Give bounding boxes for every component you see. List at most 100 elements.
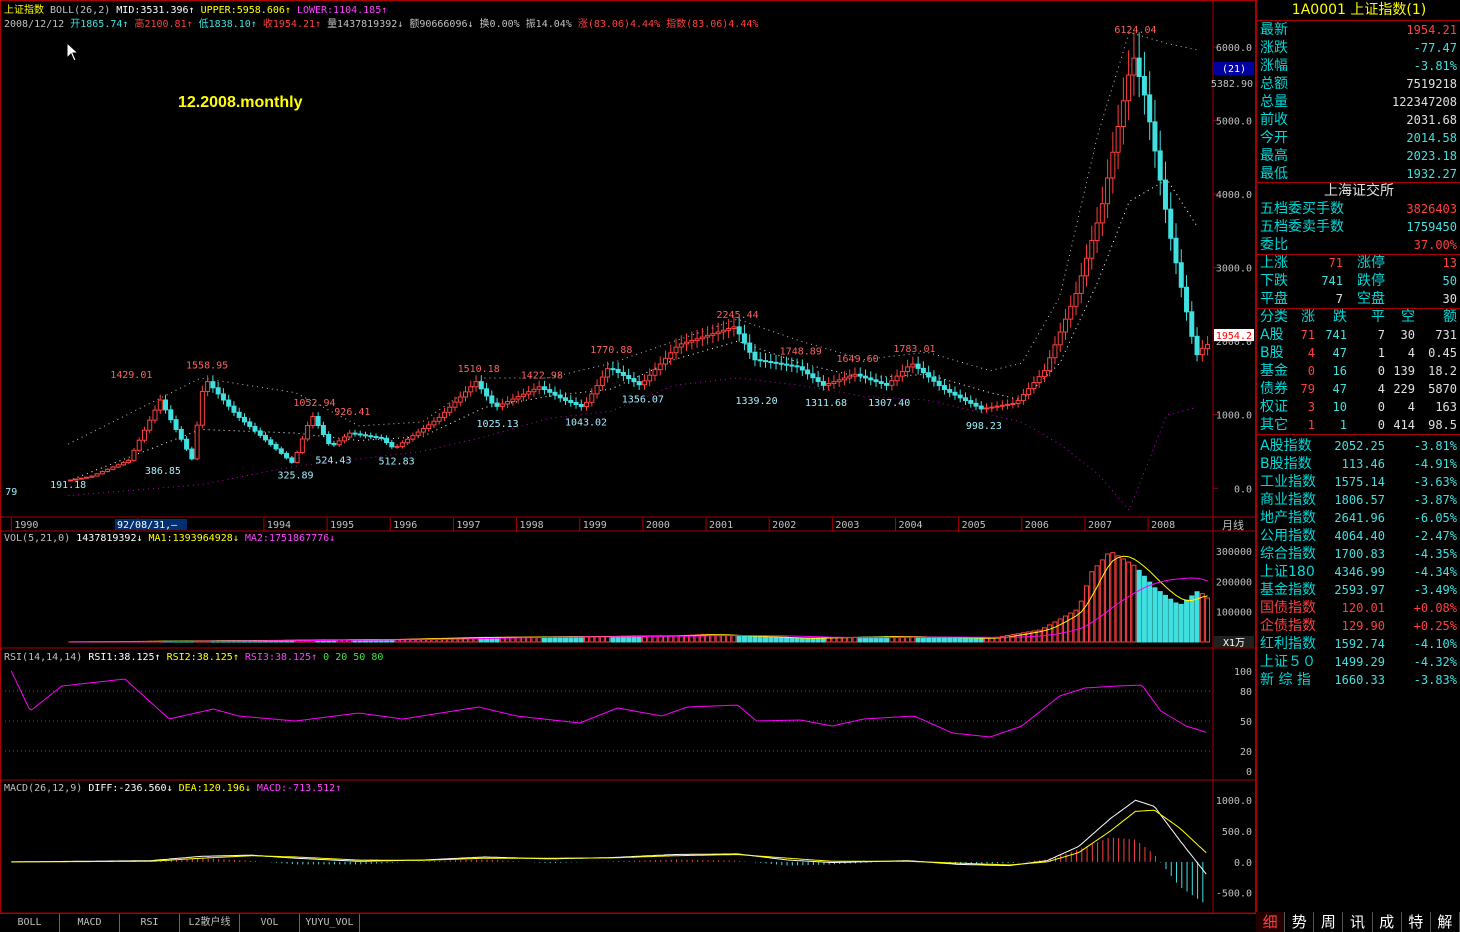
quote-value: 7519218 bbox=[1406, 77, 1457, 91]
rsi-line bbox=[10, 670, 1207, 738]
candle-up bbox=[1099, 203, 1105, 224]
index-change: -4.32% bbox=[1413, 655, 1457, 669]
nav-tab[interactable]: 周 bbox=[1314, 912, 1344, 932]
candle-down bbox=[820, 380, 826, 386]
year-label: 2003 bbox=[835, 520, 859, 531]
price-annotation: 191.18 bbox=[50, 480, 86, 491]
tab-l2散户线[interactable]: L2散户线 bbox=[180, 914, 240, 932]
price-annotation: 1770.88 bbox=[590, 345, 632, 356]
table-cell: 0 bbox=[1377, 418, 1385, 432]
index-change: -4.10% bbox=[1413, 637, 1457, 651]
breadth-row: 下跌 741 跌停 50 bbox=[1257, 272, 1460, 290]
candle-down bbox=[957, 394, 963, 399]
candle-up bbox=[141, 429, 147, 441]
volume-bar bbox=[805, 637, 811, 643]
candle-up bbox=[347, 432, 353, 438]
nav-tab[interactable]: 解 bbox=[1431, 912, 1460, 932]
index-row[interactable]: 地产指数 2641.96 -6.05% bbox=[1257, 509, 1460, 527]
index-change: -4.91% bbox=[1413, 457, 1457, 471]
candle-up bbox=[199, 390, 205, 426]
tab-vol[interactable]: VOL bbox=[240, 914, 300, 932]
candle-up bbox=[420, 427, 426, 433]
vol-ma1-line bbox=[70, 555, 1208, 643]
candle-up bbox=[78, 477, 84, 480]
year-label: 1994 bbox=[267, 520, 291, 531]
nav-tab[interactable]: 成 bbox=[1373, 912, 1402, 932]
index-value: 1660.33 bbox=[1334, 673, 1385, 687]
chart-canvas[interactable]: 1990199219941995199619971998199920002001… bbox=[0, 0, 1256, 914]
candle-down bbox=[315, 416, 321, 427]
index-row[interactable]: 综合指数 1700.83 -4.35% bbox=[1257, 545, 1460, 563]
index-change: -3.87% bbox=[1413, 493, 1457, 507]
candle-up bbox=[1047, 357, 1053, 372]
table-header-cell: 空 bbox=[1401, 309, 1415, 325]
index-row[interactable]: B股指数 113.46 -4.91% bbox=[1257, 455, 1460, 473]
candle-down bbox=[215, 387, 221, 395]
breadth-value: 50 bbox=[1442, 274, 1457, 288]
index-row[interactable]: 基金指数 2593.97 -3.49% bbox=[1257, 581, 1460, 599]
volume-bar bbox=[941, 636, 947, 643]
order-value: 37.00% bbox=[1413, 238, 1457, 252]
index-name: 综合指数 bbox=[1260, 546, 1316, 562]
tab-macd[interactable]: MACD bbox=[60, 914, 120, 932]
breadth-label: 上涨 bbox=[1260, 255, 1288, 271]
price-axis-label: 5000.0 bbox=[1216, 117, 1252, 128]
order-label: 委比 bbox=[1260, 237, 1288, 253]
candle-down bbox=[1162, 179, 1168, 210]
candle-down bbox=[252, 425, 258, 432]
macd-title: MACD(26,12,9) bbox=[4, 783, 83, 794]
candle-down bbox=[636, 381, 642, 386]
candle-down bbox=[389, 442, 395, 448]
candle-down bbox=[773, 361, 779, 364]
index-row[interactable]: 公用指数 4064.40 -2.47% bbox=[1257, 527, 1460, 545]
quote-value: 2014.58 bbox=[1406, 131, 1457, 145]
sidebar-nav-tabs: 细势周讯成特解 bbox=[1256, 912, 1460, 932]
volume-bar bbox=[1136, 569, 1142, 643]
candle-up bbox=[473, 381, 479, 388]
rsi3-value: RSI3:38.125↑ bbox=[244, 652, 318, 663]
rsi-axis-label: 50 bbox=[1240, 717, 1252, 728]
index-row[interactable]: 国债指数 120.01 +0.08% bbox=[1257, 599, 1460, 617]
macd-axis-label: 0.0 bbox=[1234, 858, 1252, 869]
volume-bar bbox=[962, 637, 968, 643]
volume-bar bbox=[1162, 594, 1168, 643]
tab-rsi[interactable]: RSI bbox=[120, 914, 180, 932]
nav-tab[interactable]: 细 bbox=[1256, 912, 1286, 932]
bar-high: 高2100.81↑ bbox=[134, 19, 193, 30]
candle-up bbox=[1110, 151, 1116, 179]
index-value: 1499.29 bbox=[1334, 655, 1385, 669]
nav-tab[interactable]: 势 bbox=[1285, 912, 1315, 932]
nav-tab[interactable]: 特 bbox=[1402, 912, 1431, 932]
nav-tab[interactable]: 讯 bbox=[1343, 912, 1373, 932]
index-row[interactable]: 工业指数 1575.14 -3.63% bbox=[1257, 473, 1460, 491]
index-name: 地产指数 bbox=[1260, 510, 1316, 526]
candle-down bbox=[357, 433, 363, 436]
index-row[interactable]: 上证５０ 1499.29 -4.32% bbox=[1257, 653, 1460, 671]
tab-yuyu_vol[interactable]: YUYU_VOL bbox=[300, 914, 360, 932]
quote-label: 最新 bbox=[1260, 22, 1288, 38]
index-row[interactable]: 商业指数 1806.57 -3.87% bbox=[1257, 491, 1460, 509]
index-row[interactable]: 红利指数 1592.74 -4.10% bbox=[1257, 635, 1460, 653]
macd-axis-label: 500.0 bbox=[1222, 827, 1252, 838]
tab-boll[interactable]: BOLL bbox=[0, 914, 60, 932]
macd-value: MACD:-713.512↑ bbox=[256, 783, 342, 794]
candle-up bbox=[431, 420, 437, 426]
index-row[interactable]: A股指数 2052.25 -3.81% bbox=[1257, 437, 1460, 455]
table-cell: 3 bbox=[1307, 400, 1315, 414]
quote-row: 涨跌 -77.47 bbox=[1257, 39, 1460, 57]
index-row[interactable]: 新 综 指 1660.33 -3.83% bbox=[1257, 671, 1460, 689]
table-cell: 其它 bbox=[1260, 417, 1288, 433]
index-row[interactable]: 企债指数 129.90 +0.25% bbox=[1257, 617, 1460, 635]
candle-up bbox=[505, 401, 511, 405]
price-annotation: 1558.95 bbox=[186, 361, 228, 372]
year-label: 1998 bbox=[520, 520, 544, 531]
index-row[interactable]: 上证180 4346.99 -4.34% bbox=[1257, 563, 1460, 581]
macd-dea: DEA:120.196↓ bbox=[178, 783, 251, 794]
table-cell: 0 bbox=[1377, 400, 1385, 414]
vol-unit: X1万 bbox=[1223, 638, 1245, 649]
volume-bar bbox=[1094, 565, 1100, 643]
breadth-value: 30 bbox=[1442, 292, 1457, 306]
index-change: -2.47% bbox=[1413, 529, 1457, 543]
chart-window[interactable]: 1990199219941995199619971998199920002001… bbox=[0, 0, 1460, 932]
candle-down bbox=[620, 371, 626, 377]
